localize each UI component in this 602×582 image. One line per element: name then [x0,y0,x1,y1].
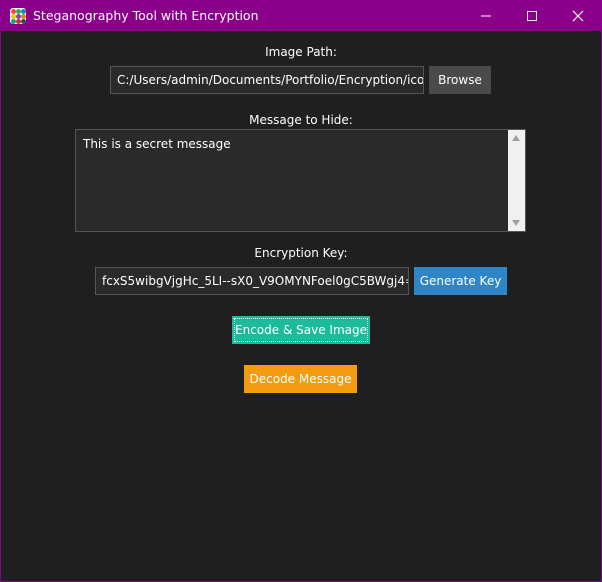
browse-button[interactable]: Browse [429,66,491,94]
message-label: Message to Hide: [249,113,353,127]
message-text: This is a secret message [83,137,231,151]
message-scrollbar[interactable] [508,130,525,231]
window-title: Steganography Tool with Encryption [33,8,259,23]
image-path-input[interactable]: C:/Users/admin/Documents/Portfolio/Encry… [110,66,424,94]
close-icon [572,10,584,22]
encryption-key-label: Encryption Key: [254,246,348,260]
app-window: Steganography Tool with Encryption Image… [0,0,602,582]
scroll-down-icon[interactable] [512,220,520,226]
app-logo-icon [10,8,26,24]
encryption-key-input[interactable]: fcxS5wibgVjgHc_5LI--sX0_V9OMYNFoel0gC5BW… [95,267,409,295]
minimize-icon [481,15,491,17]
title-bar[interactable]: Steganography Tool with Encryption [1,1,601,31]
message-textarea[interactable]: This is a secret message [75,129,526,232]
maximize-button[interactable] [509,1,555,31]
image-path-label: Image Path: [265,45,337,59]
encode-save-button[interactable]: Encode & Save Image [232,316,370,344]
maximize-icon [527,11,537,21]
generate-key-button[interactable]: Generate Key [414,267,507,295]
minimize-button[interactable] [463,1,509,31]
scroll-up-icon[interactable] [512,135,520,141]
close-button[interactable] [555,1,601,31]
decode-message-button[interactable]: Decode Message [244,365,357,393]
